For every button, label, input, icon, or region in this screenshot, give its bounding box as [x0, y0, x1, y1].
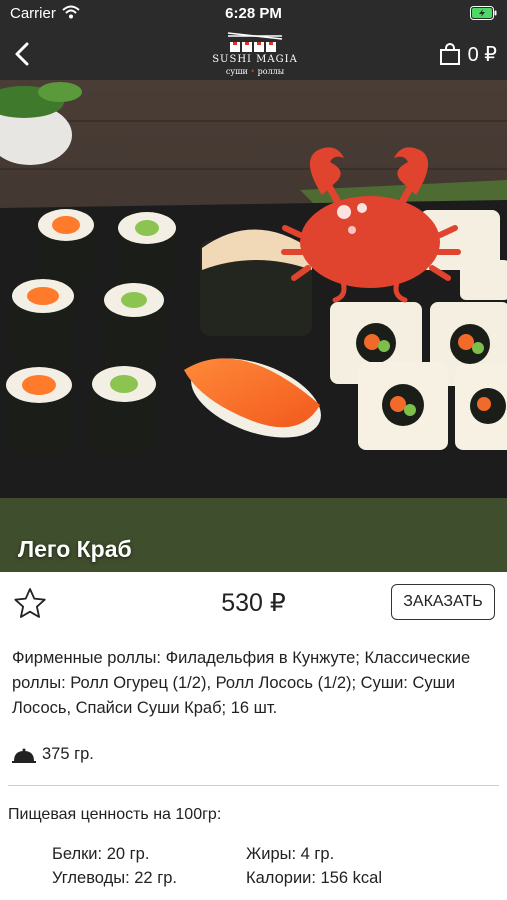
back-arrow-icon	[15, 42, 29, 66]
divider	[8, 785, 499, 786]
navigation-bar: SUSHI MAGIA суши • роллы 0 ₽	[0, 28, 507, 80]
status-time: 6:28 PM	[225, 5, 282, 22]
status-bar: Carrier 6:28 PM	[0, 0, 507, 28]
nutrition-protein: Белки: 20 гр.	[52, 845, 150, 863]
logo-brand: SUSHI MAGIA	[212, 54, 298, 65]
product-title: Лего Краб	[18, 536, 132, 562]
logo-tagline-right: роллы	[257, 67, 285, 76]
maki-roll	[38, 209, 94, 285]
nutrition-carbs: Углеводы: 22 гр.	[52, 869, 177, 887]
maki-roll	[118, 212, 176, 288]
product-weight: 375 гр.	[12, 745, 94, 764]
nutrition-title: Пищевая ценность на 100гр:	[8, 806, 222, 823]
nutrition-fat: Жиры: 4 гр.	[246, 845, 335, 863]
crab-gunkan	[200, 229, 312, 336]
uramaki-roll	[455, 364, 507, 450]
logo-tagline: суши • роллы	[210, 67, 300, 76]
uramaki-roll	[358, 362, 448, 450]
cart-button[interactable]: 0 ₽	[438, 38, 497, 70]
dish-cloche-icon	[12, 748, 36, 763]
order-button[interactable]: ЗАКАЗАТЬ	[391, 584, 495, 620]
maki-roll	[92, 366, 156, 452]
weight-value: 375 гр.	[42, 745, 94, 763]
maki-roll	[6, 367, 72, 452]
product-description: Фирменные роллы: Филадельфия в Кунжуте; …	[12, 649, 471, 717]
maki-roll	[12, 279, 74, 365]
maki-roll	[104, 283, 164, 366]
product-action-row: 530 ₽ ЗАКАЗАТЬ	[0, 572, 507, 634]
battery-icon	[470, 6, 497, 24]
back-button[interactable]	[8, 36, 40, 72]
logo-tagline-left: суши	[225, 67, 248, 76]
logo-tagline-separator: •	[250, 67, 256, 76]
shopping-bag-icon	[439, 43, 460, 65]
nutrition-calories: Калории: 156 kcal	[246, 869, 383, 887]
cart-total: 0 ₽	[467, 43, 497, 66]
logo-icon	[227, 32, 283, 52]
product-image	[0, 80, 507, 572]
app-logo: SUSHI MAGIA суши • роллы	[210, 30, 300, 78]
